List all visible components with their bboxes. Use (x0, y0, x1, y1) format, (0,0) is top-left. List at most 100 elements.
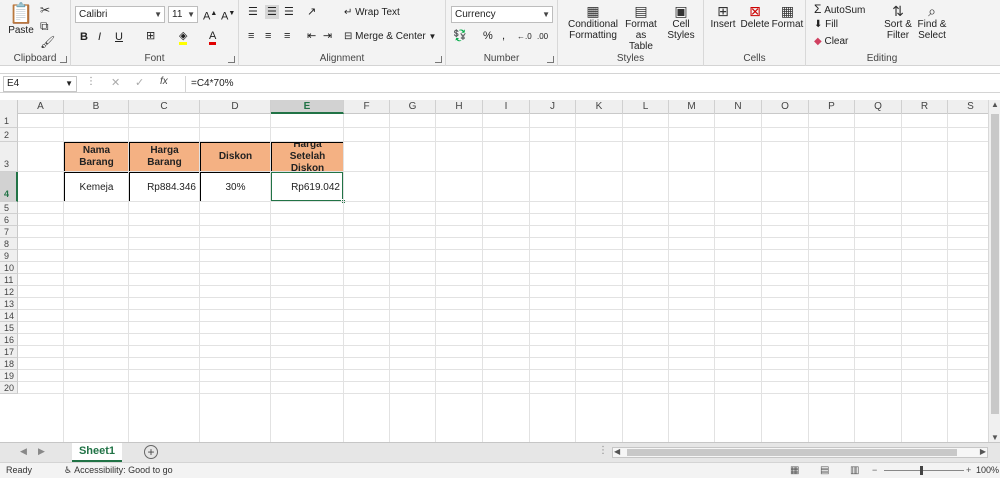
orientation-button[interactable]: ↗ (307, 5, 316, 19)
column-header-e[interactable]: E (271, 100, 344, 114)
paste-button[interactable]: 📋 Paste (6, 3, 36, 36)
accessibility-status[interactable]: ♿ Accessibility: Good to go (64, 463, 173, 478)
worksheet-grid[interactable]: ABCDEFGHIJKLMNOPQRS 1 2 3 4 5 6 7 8 9 10 11 12 13 14 1… (0, 100, 988, 442)
merge-center-button[interactable]: ⊟ Merge & Center ▼ (344, 30, 436, 44)
select-all-button[interactable] (0, 100, 18, 114)
previous-sheet-icon[interactable]: ◀ (20, 446, 27, 457)
column-header-i[interactable]: I (483, 100, 530, 114)
bottom-align-button[interactable]: ☰ (284, 5, 294, 19)
page-layout-icon[interactable]: ▤ (820, 463, 829, 478)
zoom-level[interactable]: 100% (976, 463, 999, 478)
fill-button[interactable]: ⬇ Fill (814, 18, 838, 32)
column-header-m[interactable]: M (669, 100, 715, 114)
column-header-k[interactable]: K (576, 100, 623, 114)
underline-button[interactable]: U (115, 30, 123, 44)
scroll-down-icon[interactable]: ▼ (991, 433, 999, 442)
column-header-q[interactable]: Q (855, 100, 902, 114)
column-header-s[interactable]: S (948, 100, 988, 114)
wrap-text-button[interactable]: ↵ Wrap Text (344, 6, 400, 20)
decrease-decimal-button[interactable]: .00 (537, 30, 548, 44)
zoom-slider-thumb[interactable] (920, 466, 923, 475)
row-header-5[interactable]: 5 (0, 202, 18, 214)
fill-color-button[interactable]: ◈ (179, 29, 188, 45)
number-launcher-icon[interactable] (547, 56, 554, 63)
row-header-11[interactable]: 11 (0, 274, 18, 286)
scroll-up-icon[interactable]: ▲ (991, 100, 999, 109)
column-header-a[interactable]: A (18, 100, 64, 114)
bold-button[interactable]: B (80, 30, 88, 44)
column-header-d[interactable]: D (200, 100, 271, 114)
vertical-scroll-thumb[interactable] (991, 114, 999, 414)
header-nama-barang[interactable]: Nama Barang (64, 142, 129, 172)
format-as-table-button[interactable]: ▤ Format as Table (620, 3, 662, 52)
row-header-4[interactable]: 4 (0, 172, 18, 202)
delete-button[interactable]: ⊠ Delete (739, 3, 771, 30)
comma-style-button[interactable]: , (502, 29, 505, 43)
font-name-select[interactable]: Calibri ▼ (75, 6, 165, 23)
align-center-button[interactable]: ≡ (265, 29, 271, 43)
font-color-button[interactable]: A (209, 29, 217, 45)
column-header-f[interactable]: F (344, 100, 390, 114)
name-box[interactable]: E4 ▼ (3, 76, 77, 92)
alignment-launcher-icon[interactable] (435, 56, 442, 63)
more-options-icon[interactable]: ⋮ (86, 76, 96, 87)
column-header-l[interactable]: L (623, 100, 669, 114)
row-header-20[interactable]: 20 (0, 382, 18, 394)
increase-decimal-button[interactable]: ←.0 (517, 30, 532, 44)
cell-harga-setelah-diskon[interactable]: Rp619.042 (271, 172, 344, 202)
add-sheet-icon[interactable]: + (144, 445, 158, 459)
enter-icon[interactable]: ✓ (135, 76, 144, 89)
row-header-18[interactable]: 18 (0, 358, 18, 370)
align-left-button[interactable]: ≡ (248, 29, 254, 43)
row-header-14[interactable]: 14 (0, 310, 18, 322)
borders-button[interactable]: ⊞ (146, 29, 155, 43)
format-painter-button[interactable]: 🖌 (40, 34, 55, 50)
number-format-select[interactable]: Currency ▼ (451, 6, 553, 23)
tab-splitter-icon[interactable]: ⋮ (598, 445, 608, 456)
top-align-button[interactable]: ☰ (248, 5, 258, 19)
vertical-scrollbar[interactable]: ▲ ▼ (988, 100, 1000, 442)
clear-button[interactable]: ◆ Clear (814, 35, 848, 49)
column-header-o[interactable]: O (762, 100, 809, 114)
next-sheet-icon[interactable]: ▶ (38, 446, 45, 457)
column-header-b[interactable]: B (64, 100, 129, 114)
page-break-icon[interactable]: ▥ (850, 463, 859, 478)
row-header-1[interactable]: 1 (0, 114, 18, 128)
row-header-7[interactable]: 7 (0, 226, 18, 238)
column-header-c[interactable]: C (129, 100, 200, 114)
row-header-6[interactable]: 6 (0, 214, 18, 226)
normal-view-icon[interactable]: ▦ (790, 463, 799, 478)
row-header-3[interactable]: 3 (0, 142, 18, 172)
row-header-17[interactable]: 17 (0, 346, 18, 358)
row-header-16[interactable]: 16 (0, 334, 18, 346)
header-harga-barang[interactable]: Harga Barang (129, 142, 200, 172)
decrease-font-button[interactable]: A▼ (221, 7, 235, 24)
cell-harga-barang[interactable]: Rp884.346 (129, 172, 200, 202)
copy-button[interactable]: ⧉ (40, 18, 49, 34)
row-header-19[interactable]: 19 (0, 370, 18, 382)
header-harga-setelah-diskon[interactable]: Harga Setelah Diskon (271, 142, 344, 172)
font-size-select[interactable]: 11 ▼ (168, 6, 198, 23)
insert-button[interactable]: ⊞ Insert (708, 3, 738, 30)
row-header-12[interactable]: 12 (0, 286, 18, 298)
zoom-slider[interactable] (884, 470, 964, 471)
column-header-g[interactable]: G (390, 100, 436, 114)
cancel-icon[interactable]: ✕ (111, 76, 120, 89)
decrease-indent-button[interactable]: ⇤ (307, 29, 316, 43)
increase-indent-button[interactable]: ⇥ (323, 29, 332, 43)
accounting-format-button[interactable]: 💱 (453, 29, 467, 43)
column-header-p[interactable]: P (809, 100, 855, 114)
font-launcher-icon[interactable] (228, 56, 235, 63)
row-header-10[interactable]: 10 (0, 262, 18, 274)
align-right-button[interactable]: ≡ (284, 29, 290, 43)
column-header-j[interactable]: J (530, 100, 576, 114)
format-button[interactable]: ▦ Format (771, 3, 804, 30)
column-header-n[interactable]: N (715, 100, 762, 114)
scroll-left-icon[interactable]: ◀ (614, 447, 620, 456)
middle-align-button[interactable]: ☰ (265, 5, 279, 19)
zoom-in-icon[interactable]: + (966, 463, 971, 478)
cell-nama-barang[interactable]: Kemeja (64, 172, 129, 202)
autosum-button[interactable]: Σ AutoSum (814, 2, 865, 18)
scroll-right-icon[interactable]: ▶ (980, 447, 986, 456)
formula-input[interactable]: =C4*70% (185, 76, 995, 92)
